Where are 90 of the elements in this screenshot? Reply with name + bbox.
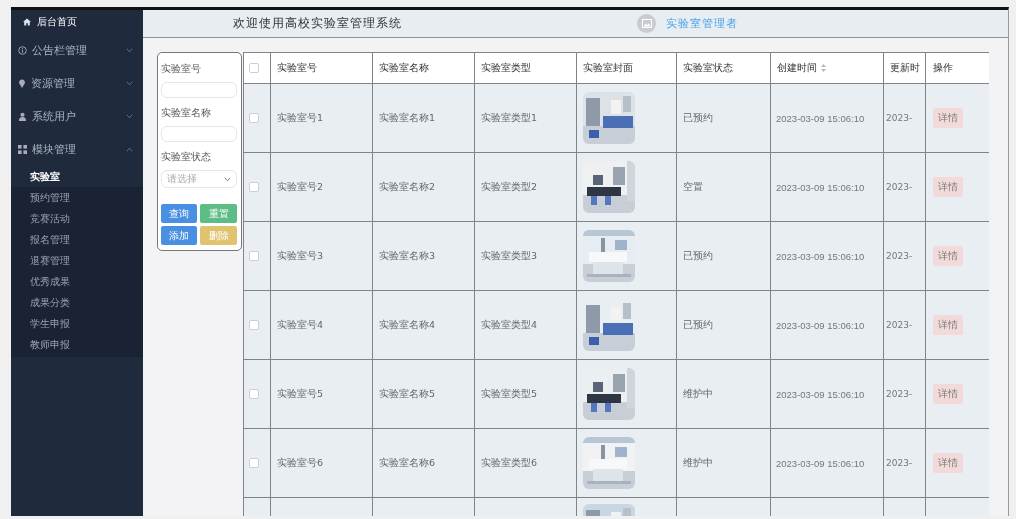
table-cell: 实验室名称2 (372, 152, 475, 222)
detail-button[interactable]: 详情 (933, 315, 963, 335)
table-cell: 2023- (883, 290, 926, 360)
user-icon (18, 112, 27, 121)
column-header[interactable]: 创建时间 (777, 61, 826, 75)
column-header: 实验室封面 (576, 52, 677, 84)
detail-button[interactable]: 详情 (933, 246, 963, 266)
submenu-item[interactable]: 成果分类 (11, 292, 143, 313)
table-cell: 2023- (883, 359, 926, 429)
detail-button[interactable]: 详情 (933, 177, 963, 197)
table-cell: 实验室名称6 (372, 428, 475, 498)
menu-item[interactable]: 资源管理 (11, 67, 143, 100)
table-cell: 已预约 (676, 83, 771, 153)
table-cell: 实验室号1 (270, 83, 373, 153)
chevron-icon (126, 48, 133, 53)
table-cell: 实验室类型4 (474, 290, 577, 360)
input-field[interactable] (161, 82, 237, 98)
table-cell: 2023- (883, 152, 926, 222)
pin-icon (18, 79, 26, 88)
table-cell: 实验室类型1 (474, 83, 577, 153)
grid-icon (18, 145, 27, 154)
menu-item[interactable]: 系统用户 (11, 100, 143, 133)
table-cell: 实验室名称3 (372, 221, 475, 291)
table-cell: 实验室类型6 (474, 428, 577, 498)
table-cell: 实验室号2 (270, 152, 373, 222)
input-field[interactable] (161, 126, 237, 142)
checkbox[interactable] (249, 113, 259, 123)
detail-button[interactable]: 详情 (933, 453, 963, 473)
table-cell: 2023-03-09 15:06:10 (770, 83, 884, 153)
table-cell: 实验室号3 (270, 221, 373, 291)
chevron-icon (224, 176, 231, 182)
table-cell: 维护中 (676, 428, 771, 498)
table-cell: 2023- (883, 221, 926, 291)
submenu-item[interactable]: 教师申报 (11, 334, 143, 355)
table-cell: 2023-03-09 15:06:10 (770, 359, 884, 429)
table-cell: 维护中 (676, 359, 771, 429)
detail-button[interactable]: 详情 (933, 108, 963, 128)
table-cell: 2023-03-09 15:06:10 (770, 221, 884, 291)
chevron-icon (126, 147, 133, 152)
table-cell: 实验室号5 (270, 359, 373, 429)
table-cell: 实验室类型3 (474, 221, 577, 291)
submenu-item[interactable]: 学生申报 (11, 313, 143, 334)
table-cell: 实验室名称1 (372, 83, 475, 153)
menu-item[interactable]: 公告栏管理 (11, 34, 143, 67)
detail-button[interactable]: 详情 (933, 384, 963, 404)
submenu-item[interactable]: 退赛管理 (11, 250, 143, 271)
checkbox[interactable] (249, 389, 259, 399)
field-label: 实验室名称 (161, 106, 212, 120)
checkbox[interactable] (249, 182, 259, 192)
table-cell: 实验室名称5 (372, 359, 475, 429)
field-label: 实验室号 (161, 62, 202, 76)
table-cell: 实验室类型2 (474, 152, 577, 222)
checkbox[interactable] (249, 320, 259, 330)
checkbox[interactable] (249, 251, 259, 261)
table-cell: 已预约 (676, 221, 771, 291)
table-cell: 2023-03-09 15:06:10 (770, 428, 884, 498)
table-cell: 实验室号4 (270, 290, 373, 360)
table-cell: 实验室类型5 (474, 359, 577, 429)
home-menu-item[interactable]: 后台首页 (11, 10, 143, 34)
chevron-icon (126, 81, 133, 86)
table-cell: 2023- (883, 83, 926, 153)
column-header: 更新时 (883, 52, 926, 84)
submenu-item[interactable]: 优秀成果 (11, 271, 143, 292)
table-cell: 空置 (676, 152, 771, 222)
column-header: 操作 (925, 52, 989, 84)
table-cell: 2023-03-09 15:06:10 (770, 152, 884, 222)
column-header: 实验室号 (270, 52, 373, 84)
submenu-item[interactable]: 竞赛活动 (11, 208, 143, 229)
field-label: 实验室状态 (161, 150, 212, 164)
menu-item[interactable]: 模块管理 (11, 133, 143, 166)
table-cell: 2023- (883, 428, 926, 498)
checkbox[interactable] (249, 63, 259, 73)
submenu-item[interactable]: 报名管理 (11, 229, 143, 250)
column-header: 实验室类型 (474, 52, 577, 84)
table-cell: 2023-03-09 15:06:10 (770, 290, 884, 360)
image-icon (641, 19, 652, 28)
chevron-icon (126, 114, 133, 119)
sort-icon[interactable] (821, 64, 826, 72)
submenu-item[interactable]: 预约管理 (11, 187, 143, 208)
table-cell: 实验室号6 (270, 428, 373, 498)
avatar[interactable] (637, 14, 656, 33)
table-cell: 已预约 (676, 290, 771, 360)
home-icon (23, 18, 31, 26)
column-header: 实验室状态 (676, 52, 771, 84)
info-icon (18, 46, 27, 55)
app-title: 欢迎使用高校实验室管理系统 (233, 16, 403, 31)
checkbox[interactable] (249, 458, 259, 468)
submenu-item[interactable]: 实验室 (11, 166, 143, 187)
column-header: 实验室名称 (372, 52, 475, 84)
table-cell: 实验室名称4 (372, 290, 475, 360)
